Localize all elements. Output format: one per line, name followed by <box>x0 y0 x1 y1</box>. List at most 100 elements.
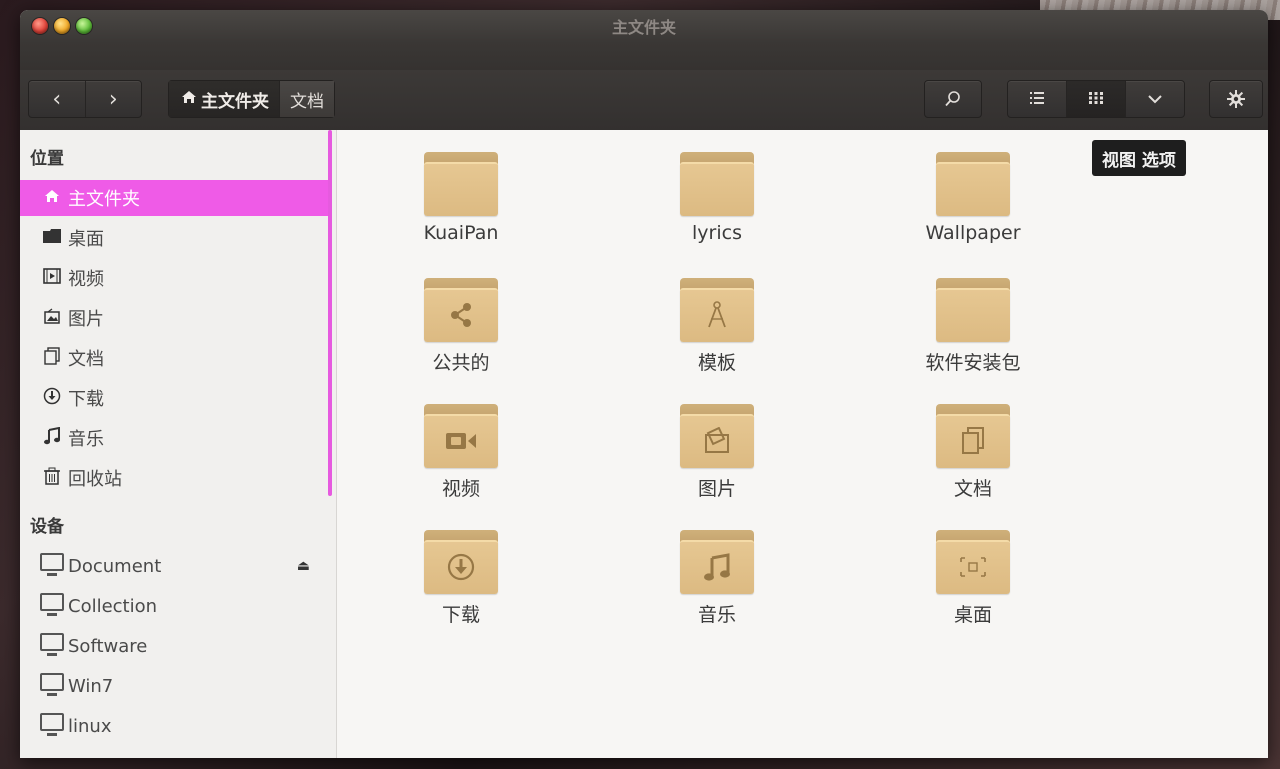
file-label: 文档 <box>953 478 992 500</box>
search-icon <box>925 81 981 117</box>
sidebar-item-label: 音乐 <box>68 429 104 450</box>
settings-button[interactable] <box>1209 80 1263 118</box>
sidebar-item-label: linux <box>68 715 112 737</box>
file-item-kuaipan[interactable]: KuaiPan <box>371 152 551 244</box>
list-view-button[interactable] <box>1008 81 1066 117</box>
breadcrumb: 主文件夹 文档 <box>168 80 335 118</box>
sidebar-item-pictures[interactable]: 图片 <box>20 300 328 336</box>
share-folder-icon <box>424 278 498 342</box>
document-folder-icon <box>936 404 1010 468</box>
file-item-desktop[interactable]: 桌面 <box>883 530 1063 627</box>
window-title: 主文件夹 <box>611 18 676 37</box>
sidebar-item-device-document[interactable]: Document ⏏ <box>20 548 328 584</box>
file-item-templates[interactable]: 模板 <box>627 278 807 375</box>
icon-view-button[interactable] <box>1066 81 1125 117</box>
drive-icon <box>40 673 64 696</box>
chevron-left-icon: ‹ <box>52 86 62 112</box>
breadcrumb-home-label: 主文件夹 <box>201 91 269 112</box>
forward-button[interactable]: › <box>84 81 142 117</box>
file-item-downloads[interactable]: 下载 <box>371 530 551 627</box>
file-label: KuaiPan <box>423 222 499 244</box>
sidebar: 位置 主文件夹 桌面 视频 图片 文档 下载 音乐 回收站 设备 Documen… <box>20 130 337 758</box>
sidebar-item-label: 下载 <box>68 389 104 410</box>
drive-icon <box>40 593 64 616</box>
sidebar-item-label: 图片 <box>68 309 104 330</box>
devices-heading: 设备 <box>30 517 64 537</box>
file-item-documents[interactable]: 文档 <box>883 404 1063 501</box>
file-label: Wallpaper <box>925 222 1021 244</box>
file-label: 视频 <box>441 478 480 500</box>
desktop-folder-icon <box>936 530 1010 594</box>
drive-icon <box>40 713 64 736</box>
file-label: 桌面 <box>953 604 992 626</box>
file-item-wallpaper[interactable]: Wallpaper <box>883 152 1063 244</box>
trash-icon <box>40 467 64 490</box>
file-label: 图片 <box>697 478 736 500</box>
places-heading: 位置 <box>30 149 64 169</box>
file-label: 公共的 <box>432 352 490 374</box>
video-folder-icon <box>424 404 498 468</box>
desktop-folder-icon <box>40 228 64 248</box>
sidebar-item-music[interactable]: 音乐 <box>20 420 328 456</box>
sidebar-item-label: Win7 <box>68 675 114 697</box>
sidebar-item-device-win7[interactable]: Win7 <box>20 668 328 704</box>
view-options-tooltip: 视图 选项 <box>1092 140 1186 176</box>
template-folder-icon <box>680 278 754 342</box>
sidebar-item-trash[interactable]: 回收站 <box>20 460 328 496</box>
file-item-pictures[interactable]: 图片 <box>627 404 807 501</box>
back-button[interactable]: ‹ <box>29 81 85 117</box>
folder-icon <box>424 152 498 216</box>
file-item-lyrics[interactable]: lyrics <box>627 152 807 244</box>
drive-icon <box>40 633 64 656</box>
video-icon <box>40 267 64 289</box>
file-label: lyrics <box>692 222 742 244</box>
breadcrumb-home[interactable]: 主文件夹 <box>169 81 279 117</box>
folder-icon <box>936 278 1010 342</box>
file-item-software-packages[interactable]: 软件安装包 <box>883 278 1063 375</box>
home-icon <box>181 89 197 109</box>
file-label: 软件安装包 <box>925 352 1021 374</box>
picture-icon <box>40 307 64 329</box>
document-icon <box>40 346 64 370</box>
icon-view-icon <box>1089 90 1103 108</box>
download-folder-icon <box>424 530 498 594</box>
sidebar-item-device-software[interactable]: Software <box>20 628 328 664</box>
sidebar-item-label: Document <box>68 555 162 577</box>
eject-icon[interactable]: ⏏ <box>297 558 310 574</box>
download-icon <box>40 387 64 410</box>
sidebar-item-device-collection[interactable]: Collection <box>20 588 328 624</box>
sidebar-scrollbar[interactable] <box>328 130 332 496</box>
view-options-button[interactable] <box>1125 81 1184 117</box>
music-folder-icon <box>680 530 754 594</box>
chevron-down-icon <box>1147 90 1163 108</box>
navigation-buttons: ‹ › <box>28 80 142 118</box>
file-label: 下载 <box>441 604 480 626</box>
list-view-icon <box>1030 90 1044 108</box>
folder-icon <box>936 152 1010 216</box>
breadcrumb-documents[interactable]: 文档 <box>279 81 334 117</box>
sidebar-item-label: 文档 <box>68 349 104 370</box>
sidebar-item-label: 视频 <box>68 269 104 290</box>
file-item-music[interactable]: 音乐 <box>627 530 807 627</box>
drive-icon <box>40 553 64 576</box>
music-icon <box>40 426 64 450</box>
sidebar-item-documents[interactable]: 文档 <box>20 340 328 376</box>
sidebar-item-device-linux[interactable]: linux <box>20 708 328 744</box>
file-label: 模板 <box>697 352 736 374</box>
sidebar-item-label: 桌面 <box>68 229 104 250</box>
sidebar-item-desktop[interactable]: 桌面 <box>20 220 328 256</box>
search-button[interactable] <box>924 80 982 118</box>
toolbar: ‹ › 主文件夹 文档 <box>20 70 1268 131</box>
sidebar-item-downloads[interactable]: 下载 <box>20 380 328 416</box>
home-icon <box>40 188 64 208</box>
sidebar-item-label: Software <box>68 635 148 657</box>
sidebar-item-label: 回收站 <box>68 469 122 490</box>
sidebar-item-videos[interactable]: 视频 <box>20 260 328 296</box>
sidebar-item-label: 主文件夹 <box>68 189 140 210</box>
file-item-public[interactable]: 公共的 <box>371 278 551 375</box>
sidebar-item-home[interactable]: 主文件夹 <box>20 180 328 216</box>
gear-icon <box>1210 81 1262 117</box>
file-label: 音乐 <box>697 604 736 626</box>
chevron-right-icon: › <box>108 86 118 112</box>
file-item-videos[interactable]: 视频 <box>371 404 551 501</box>
